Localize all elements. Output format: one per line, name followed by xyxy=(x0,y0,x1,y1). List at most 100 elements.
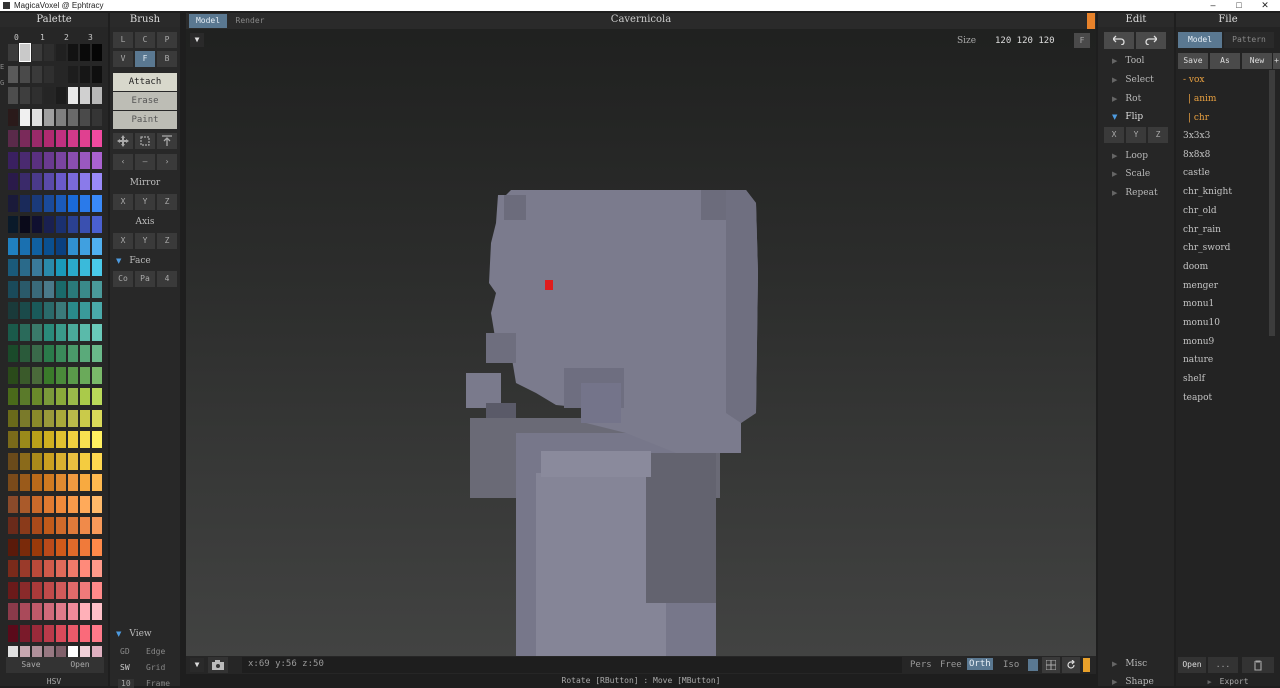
palette-swatch[interactable] xyxy=(80,237,90,255)
palette-swatch[interactable] xyxy=(92,409,102,427)
palette-swatch[interactable] xyxy=(44,323,54,341)
palette-swatch[interactable] xyxy=(56,581,66,599)
palette-swatch[interactable] xyxy=(56,173,66,190)
palette-swatch[interactable] xyxy=(44,151,54,169)
edit-select-item[interactable]: ▶ Select xyxy=(1112,75,1154,85)
palette-swatch[interactable] xyxy=(92,130,102,147)
palette-swatch[interactable] xyxy=(80,560,90,577)
palette-swatch[interactable] xyxy=(68,560,78,577)
palette-swatch[interactable] xyxy=(80,194,90,212)
palette-swatch[interactable] xyxy=(20,280,30,298)
view-cube-icon[interactable] xyxy=(1028,659,1038,671)
palette-swatch[interactable] xyxy=(80,44,90,61)
palette-swatch[interactable] xyxy=(8,409,18,427)
mirror-y-button[interactable]: Y xyxy=(135,194,155,210)
palette-swatch[interactable] xyxy=(8,474,18,491)
palette-swatch[interactable] xyxy=(80,624,90,642)
proj-iso-button[interactable]: Iso xyxy=(1003,660,1019,670)
palette-swatch[interactable] xyxy=(92,323,102,341)
palette-swatch[interactable] xyxy=(8,581,18,599)
palette-swatch[interactable] xyxy=(44,366,54,384)
folder-anim[interactable]: | anim xyxy=(1188,94,1216,104)
palette-swatch[interactable] xyxy=(32,302,42,319)
palette-swatch[interactable] xyxy=(68,409,78,427)
palette-swatch[interactable] xyxy=(92,538,102,556)
palette-swatch[interactable] xyxy=(44,409,54,427)
palette-swatch[interactable] xyxy=(32,237,42,255)
palette-swatch[interactable] xyxy=(92,474,102,491)
palette-swatch[interactable] xyxy=(56,431,66,448)
brush-face-button[interactable]: F xyxy=(135,51,155,67)
brush-voxel-button[interactable]: V xyxy=(113,51,133,67)
palette-swatch[interactable] xyxy=(56,151,66,169)
palette-swatch[interactable] xyxy=(32,130,42,147)
palette-swatch[interactable] xyxy=(92,65,102,83)
palette-swatch[interactable] xyxy=(56,108,66,126)
palette-tab-0[interactable]: 0 xyxy=(14,33,19,42)
face-section-toggle[interactable]: ▼ Face xyxy=(116,256,151,266)
palette-swatch[interactable] xyxy=(80,216,90,233)
palette-swatch[interactable] xyxy=(68,452,78,470)
palette-swatch[interactable] xyxy=(44,345,54,362)
file-list-item[interactable]: 8x8x8 xyxy=(1183,150,1210,160)
palette-swatch[interactable] xyxy=(32,603,42,620)
palette-swatch[interactable] xyxy=(68,216,78,233)
palette-swatch[interactable] xyxy=(32,44,42,61)
palette-swatch[interactable] xyxy=(32,538,42,556)
palette-swatch[interactable] xyxy=(20,151,30,169)
palette-swatch[interactable] xyxy=(20,323,30,341)
palette-swatch[interactable] xyxy=(44,216,54,233)
palette-swatch[interactable] xyxy=(56,194,66,212)
file-save-as-button[interactable]: As xyxy=(1210,53,1240,69)
file-list-item[interactable]: chr_knight xyxy=(1183,187,1232,197)
face-color-button[interactable]: Co xyxy=(113,271,133,287)
edit-tool-item[interactable]: ▶ Tool xyxy=(1112,56,1144,66)
palette-swatch[interactable] xyxy=(92,173,102,190)
palette-swatch[interactable] xyxy=(32,452,42,470)
palette-swatch[interactable] xyxy=(20,517,30,534)
palette-swatch[interactable] xyxy=(44,302,54,319)
palette-swatch[interactable] xyxy=(20,431,30,448)
palette-swatch[interactable] xyxy=(32,495,42,513)
tab-file-model[interactable]: Model xyxy=(1178,32,1222,48)
redo-icon[interactable] xyxy=(1136,32,1166,49)
palette-swatch[interactable] xyxy=(92,366,102,384)
palette-swatch-grid[interactable] xyxy=(8,43,104,664)
view-frame-toggle[interactable]: Frame xyxy=(146,679,170,688)
file-list-item[interactable]: nature xyxy=(1183,355,1213,365)
palette-swatch[interactable] xyxy=(80,366,90,384)
palette-swatch[interactable] xyxy=(80,345,90,362)
palette-swatch[interactable] xyxy=(20,87,30,104)
proj-free-button[interactable]: Free xyxy=(940,660,962,670)
palette-swatch[interactable] xyxy=(68,194,78,212)
palette-swatch[interactable] xyxy=(44,495,54,513)
palette-swatch[interactable] xyxy=(44,173,54,190)
palette-swatch[interactable] xyxy=(20,173,30,190)
3d-viewport[interactable] xyxy=(186,13,1096,673)
palette-swatch[interactable] xyxy=(44,603,54,620)
palette-swatch[interactable] xyxy=(56,130,66,147)
palette-swatch[interactable] xyxy=(32,280,42,298)
palette-swatch[interactable] xyxy=(68,323,78,341)
view-gd-toggle[interactable]: GD xyxy=(120,647,130,656)
palette-swatch[interactable] xyxy=(32,388,42,405)
palette-swatch[interactable] xyxy=(92,603,102,620)
palette-swatch[interactable] xyxy=(68,302,78,319)
palette-swatch[interactable] xyxy=(80,173,90,190)
palette-swatch[interactable] xyxy=(44,65,54,83)
palette-swatch[interactable] xyxy=(32,323,42,341)
palette-swatch[interactable] xyxy=(92,216,102,233)
palette-swatch[interactable] xyxy=(8,130,18,147)
file-list-item[interactable]: castle xyxy=(1183,168,1210,178)
palette-swatch[interactable] xyxy=(56,87,66,104)
close-button[interactable]: ✕ xyxy=(1252,0,1278,11)
palette-swatch[interactable] xyxy=(8,624,18,642)
edit-scale-item[interactable]: ▶ Scale xyxy=(1112,169,1150,179)
palette-swatch[interactable] xyxy=(80,495,90,513)
palette-swatch[interactable] xyxy=(20,560,30,577)
palette-swatch[interactable] xyxy=(56,237,66,255)
palette-swatch[interactable] xyxy=(8,194,18,212)
file-list-scrollbar[interactable] xyxy=(1269,70,1275,336)
palette-swatch[interactable] xyxy=(20,474,30,491)
file-list-item[interactable]: monu1 xyxy=(1183,299,1214,309)
